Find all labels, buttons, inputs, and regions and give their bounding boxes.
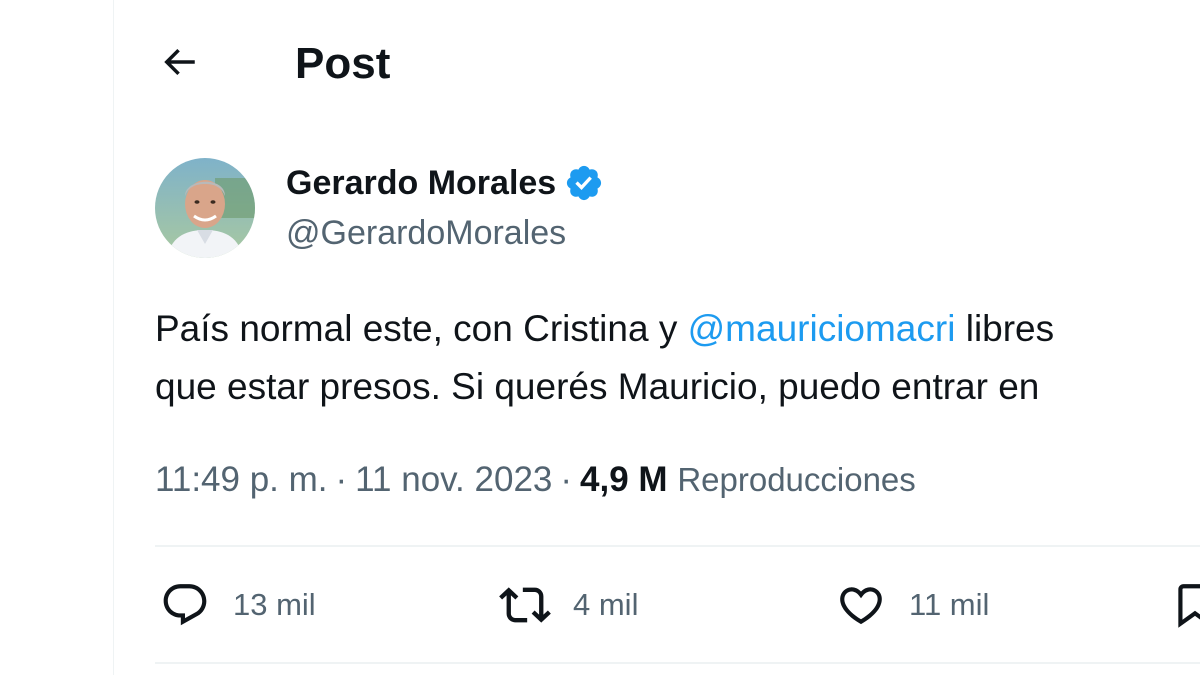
views-label[interactable]: Reproducciones <box>677 461 915 498</box>
post-time[interactable]: 11:49 p. m. <box>155 460 328 499</box>
post-author: Gerardo Morales @GerardoMorales <box>155 158 604 258</box>
mention-link[interactable]: @mauriciomacri <box>688 308 956 349</box>
back-button[interactable] <box>153 38 205 90</box>
divider <box>155 662 1200 664</box>
author-name[interactable]: Gerardo Morales <box>286 164 556 203</box>
separator: · <box>335 460 348 499</box>
post-metadata: 11:49 p. m. · 11 nov. 2023 · 4,9 M Reproducc… <box>155 456 916 504</box>
bookmark-button[interactable] <box>1165 575 1200 635</box>
separator: · <box>560 460 573 499</box>
verified-badge-icon[interactable] <box>564 163 604 203</box>
views-count[interactable]: 4,9 M <box>580 460 668 499</box>
like-count: 11 mil <box>909 587 990 622</box>
bookmark-icon <box>1165 575 1200 635</box>
post-date[interactable]: 11 nov. 2023 <box>355 460 552 499</box>
post-page: Post Gerardo Morales @GerardoMorales Paí… <box>0 0 1200 675</box>
reply-icon <box>155 575 215 635</box>
author-handle[interactable]: @GerardoMorales <box>286 208 604 258</box>
tweet-text-part: País normal este, con Cristina y <box>155 308 688 349</box>
reply-button[interactable]: 13 mil <box>155 575 316 635</box>
tweet-line-2: que estar presos. Si querés Mauricio, pu… <box>155 366 1040 407</box>
post-header: Post <box>153 32 390 96</box>
page-title: Post <box>295 39 391 88</box>
arrow-left-icon <box>158 41 200 88</box>
action-bar: 13 mil 4 mil 11 mil <box>155 575 1200 635</box>
retweet-count: 4 mil <box>573 587 639 622</box>
avatar[interactable] <box>155 158 255 258</box>
like-button[interactable]: 11 mil <box>831 575 989 635</box>
divider <box>155 545 1200 547</box>
retweet-icon <box>495 575 555 635</box>
tweet-text-part: libres <box>955 308 1055 349</box>
retweet-button[interactable]: 4 mil <box>495 575 638 635</box>
heart-icon <box>831 575 891 635</box>
reply-count: 13 mil <box>233 587 316 622</box>
column-border <box>113 0 114 675</box>
tweet-line-1: País normal este, con Cristina y @mauric… <box>155 300 1200 358</box>
tweet-text: País normal este, con Cristina y @mauric… <box>155 300 1200 416</box>
